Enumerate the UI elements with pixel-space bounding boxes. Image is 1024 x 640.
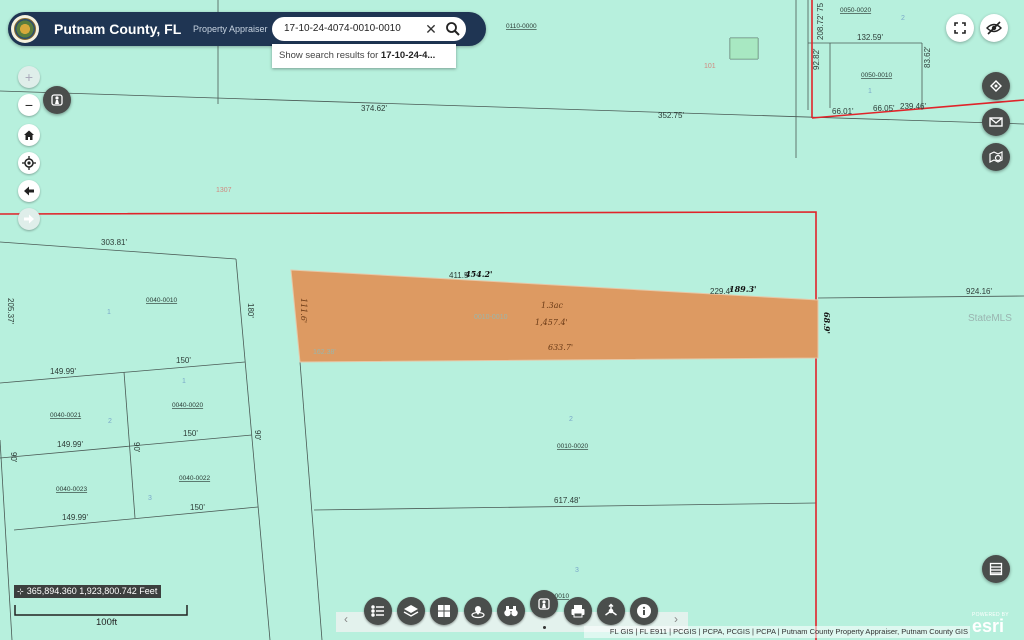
parcel-id[interactable]: 0050-0010 [861,72,892,79]
dim-label: 90' [253,430,262,441]
fullscreen-icon[interactable] [946,14,974,42]
parcel-id[interactable]: 0040-0020 [172,402,203,409]
dim-label: 90' [9,452,18,463]
parcel-id[interactable]: 0010-0020 [557,443,588,450]
dim-label: 303.81' [101,238,127,247]
parcel-id[interactable]: 0110-0000 [506,23,537,30]
dim-label: 150' [190,503,205,512]
location-pin-icon[interactable] [464,597,492,625]
locate-icon[interactable] [18,152,40,174]
street-view-tool-icon[interactable] [530,590,558,618]
print-icon[interactable] [564,597,592,625]
dim-label: 90' [132,442,141,453]
dim-label: 92.82' [812,48,821,70]
scale-label: 100ft [96,617,118,628]
street-view-icon[interactable] [43,86,71,114]
chevron-left-icon[interactable]: ‹ [344,612,348,626]
esri-wordmark: esri [972,616,1005,636]
dim-label: 150' [183,429,198,438]
esri-logo[interactable]: POWERED BY esri [972,612,1022,636]
map-attribution: FL GIS | FL E911 | PCGIS | PCPA, PCGIS |… [584,626,970,638]
parcel-id[interactable]: 0040-0022 [179,475,210,482]
dim-label: 149.99' [62,513,88,522]
share-icon[interactable] [597,597,625,625]
table-icon[interactable] [982,555,1010,583]
dim-label: 66.05' [873,104,895,113]
dim-label: 208.72' 75 [816,2,825,40]
dim-label: 150' [176,356,191,365]
lot-number: 3 [148,495,152,502]
search-suggestion[interactable]: Show search results for 17-10-24-4... [272,44,456,68]
info-icon[interactable] [630,597,658,625]
dim-label: 352.75' [658,111,684,120]
parcel-id[interactable]: 0040-0010 [146,297,177,304]
clear-search-button[interactable]: ✕ [422,20,440,38]
suggestion-query: 17-10-24-4... [380,50,436,61]
parcel-id[interactable]: 0050-0020 [840,7,871,14]
layer-tag-icon[interactable] [982,72,1010,100]
lot-number: 1 [182,378,186,385]
block-number: 1307 [216,187,232,194]
parcel-id[interactable]: 0040-0023 [56,486,87,493]
parcel-length-right: 189.3' [729,284,757,294]
parcel-area: 1.3ac [541,301,563,310]
coords-icon: ⊹ [17,587,24,596]
map-search-icon[interactable] [982,143,1010,171]
list-icon[interactable] [364,597,392,625]
dim-label: 83.62' [923,46,932,68]
search-box[interactable]: 17-10-24-4074-0010-0010 ✕ [272,17,466,41]
chevron-right-icon[interactable]: › [674,612,678,626]
dim-label: 239.46' [900,102,926,111]
dim-label: 374.62' [361,104,387,113]
lot-number: 1 [107,309,111,316]
lot-number: 1 [868,88,872,95]
dim-label: 66.01' [832,107,854,116]
county-seal-logo [11,15,39,43]
lot-number: 3 [575,567,579,574]
parcel-ghost-dim: 162.38' [313,349,336,356]
active-tool-indicator [543,626,546,629]
parcel-length-bottom: 633.7' [548,343,573,352]
zoom-in-button[interactable]: + [18,66,40,88]
block-number: 101 [704,63,716,70]
zoom-out-button[interactable]: − [18,94,40,116]
dim-label: 149.99' [50,367,76,376]
app-title: Putnam County, FL [54,21,182,37]
parcel-length-side: 68.9' [822,312,832,334]
parcel-id[interactable]: 0040-0021 [50,412,81,419]
header-bar: Putnam County, FL Property Appraiser 17-… [8,12,486,46]
coordinates-text: 365,894.360 1,923,800.742 Feet [26,586,158,596]
binoculars-icon[interactable] [497,597,525,625]
search-icon[interactable] [444,20,462,38]
back-arrow-icon[interactable] [18,180,40,202]
dim-label: 924.16' [966,287,992,296]
lot-number: 2 [901,15,905,22]
dim-label: 180' [246,303,255,318]
layers-icon[interactable] [397,597,425,625]
parcel-map[interactable]: 374.62' 352.75' 303.81' 411.5' 229.4' 92… [0,0,1024,640]
lot-number: 2 [108,418,112,425]
dim-label: 205.37' [6,298,15,324]
dim-label: 132.59' [857,33,883,42]
watermark: StateMLS [968,313,1012,324]
mail-icon[interactable] [982,108,1010,136]
suggestion-prefix: Show search results for [279,50,381,61]
parcel-perimeter: 1,457.4' [535,318,568,327]
basemap-grid-icon[interactable] [430,597,458,625]
parcel-side-left: 111.6' [299,298,308,323]
forward-arrow-icon[interactable] [18,208,40,230]
home-icon[interactable] [18,124,40,146]
dim-label: 617.48' [554,496,580,505]
dim-label: 149.99' [57,440,83,449]
hide-visibility-icon[interactable] [980,14,1008,42]
parcel-ghost-id: 0010-0010 [474,314,508,321]
lot-number: 2 [569,416,573,423]
search-input[interactable]: 17-10-24-4074-0010-0010 [284,23,401,34]
coordinate-readout: ⊹ 365,894.360 1,923,800.742 Feet [14,585,162,598]
parcel-length-top: 454.2' [465,269,493,279]
app-subtitle: Property Appraiser [193,24,268,34]
